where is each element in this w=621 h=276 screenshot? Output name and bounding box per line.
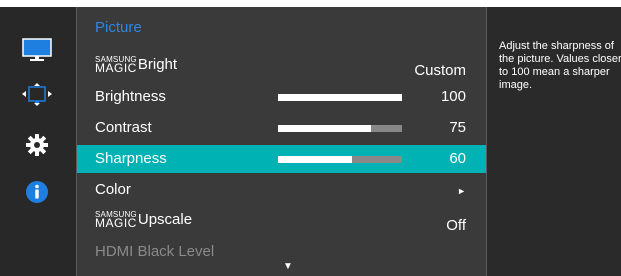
menu-item-contrast[interactable]: Contrast 75 <box>77 114 486 142</box>
screen-size-icon[interactable] <box>22 82 52 108</box>
contrast-slider[interactable] <box>278 125 402 132</box>
slider-fill <box>278 125 371 132</box>
help-text: Adjust the sharpness of the picture. Val… <box>499 40 621 91</box>
menu-item-value: Custom <box>414 62 466 79</box>
menu-item-label: Contrast <box>95 119 152 136</box>
picture-menu: Picture SAMSUNG MAGIC Bright Custom Brig… <box>76 7 487 276</box>
menu-item-label: Color <box>95 181 131 198</box>
menu-item-brightness[interactable]: Brightness 100 <box>77 83 486 111</box>
menu-title: Picture <box>95 19 142 36</box>
sidebar <box>0 7 76 276</box>
menu-item-label: Upscale <box>137 211 193 228</box>
gear-icon[interactable] <box>22 132 52 158</box>
sharpness-slider[interactable] <box>278 156 402 163</box>
menu-item-value: 75 <box>449 119 466 136</box>
menu-item-sharpness[interactable]: Sharpness 60 <box>77 145 486 173</box>
menu-item-magic-bright[interactable]: SAMSUNG MAGIC Bright Custom <box>77 52 486 80</box>
slider-fill <box>278 156 353 163</box>
menu-item-label: Bright <box>137 56 178 73</box>
menu-item-value: 100 <box>440 88 466 105</box>
samsung-magic-logo: SAMSUNG MAGIC <box>95 210 137 230</box>
menu-item-label: Brightness <box>95 88 166 105</box>
top-strip <box>0 0 621 7</box>
menu-item-label: Sharpness <box>95 150 167 167</box>
menu-item-magic-upscale[interactable]: SAMSUNG MAGIC Upscale Off <box>77 207 486 235</box>
menu-item-value: Off <box>446 217 466 234</box>
help-panel: Adjust the sharpness of the picture. Val… <box>487 7 621 276</box>
scroll-down-icon[interactable]: ▼ <box>283 261 293 272</box>
slider-fill <box>278 94 402 101</box>
chevron-right-icon: ► <box>457 186 466 196</box>
brightness-slider[interactable] <box>278 94 402 101</box>
menu-item-hdmi-black-level[interactable]: HDMI Black Level <box>77 238 486 266</box>
monitor-picture-icon[interactable] <box>22 37 52 63</box>
samsung-magic-logo: SAMSUNG MAGIC <box>95 55 137 75</box>
osd-window: Picture SAMSUNG MAGIC Bright Custom Brig… <box>0 0 621 276</box>
menu-item-value: 60 <box>449 150 466 167</box>
info-icon[interactable] <box>22 179 52 205</box>
menu-item-label: HDMI Black Level <box>95 243 215 260</box>
menu-item-color[interactable]: Color ► <box>77 176 486 204</box>
